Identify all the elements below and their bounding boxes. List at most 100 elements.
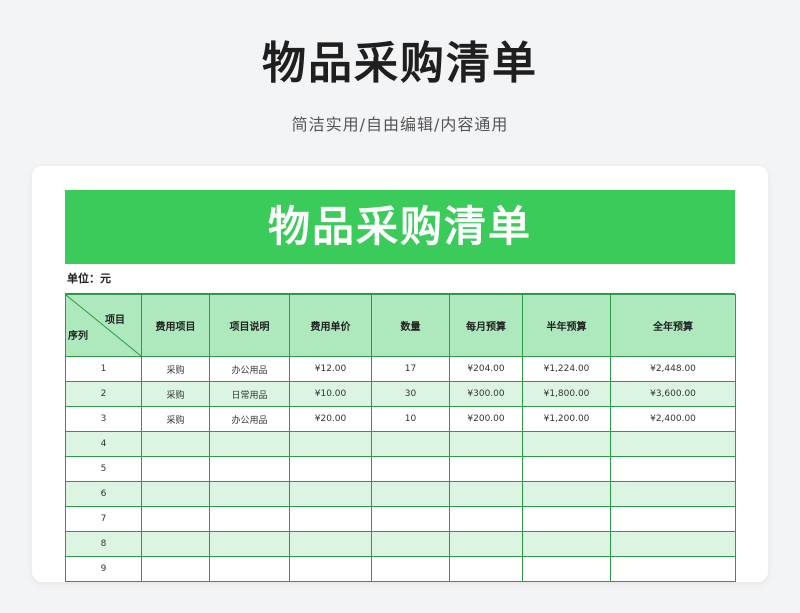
table-row: 5 xyxy=(65,456,736,482)
cell-item-desc[interactable] xyxy=(209,431,290,457)
cell-unit-price[interactable]: ¥20.00 xyxy=(289,406,372,432)
cell-quantity[interactable] xyxy=(371,431,450,457)
cell-unit-price[interactable] xyxy=(289,456,372,482)
table-row: 8 xyxy=(65,531,736,557)
cell-halfyear-budget[interactable]: ¥1,800.00 xyxy=(522,381,611,407)
table-row: 4 xyxy=(65,431,736,457)
cell-item-desc[interactable] xyxy=(209,456,290,482)
cell-monthly-budget[interactable] xyxy=(449,456,523,482)
cell-unit-price[interactable]: ¥10.00 xyxy=(289,381,372,407)
table-row: 9 xyxy=(65,556,736,582)
cell-cost-item[interactable] xyxy=(141,506,210,532)
cell-seq[interactable]: 5 xyxy=(65,456,142,482)
cell-monthly-budget[interactable] xyxy=(449,431,523,457)
cell-halfyear-budget[interactable] xyxy=(522,506,611,532)
cell-quantity[interactable] xyxy=(371,531,450,557)
cell-annual-budget[interactable] xyxy=(610,506,736,532)
cell-monthly-budget[interactable] xyxy=(449,481,523,507)
header-unit-price[interactable]: 费用单价 xyxy=(289,294,372,357)
cell-item-desc[interactable] xyxy=(209,506,290,532)
purchase-table: 项目 序列 费用项目 项目说明 费用单价 数量 每月预算 半年预算 全年预算 1… xyxy=(65,294,736,582)
cell-seq[interactable]: 9 xyxy=(65,556,142,582)
header-diagonal-cell[interactable]: 项目 序列 xyxy=(65,294,142,357)
page-subtitle: 简洁实用/自由编辑/内容通用 xyxy=(291,115,509,134)
header-quantity[interactable]: 数量 xyxy=(371,294,450,357)
cell-annual-budget[interactable]: ¥3,600.00 xyxy=(610,381,736,407)
header-annual-budget[interactable]: 全年预算 xyxy=(610,294,736,357)
cell-halfyear-budget[interactable]: ¥1,200.00 xyxy=(522,406,611,432)
cell-quantity[interactable] xyxy=(371,456,450,482)
cell-quantity[interactable]: 30 xyxy=(371,381,450,407)
cell-unit-price[interactable] xyxy=(289,531,372,557)
spreadsheet: 物品采购清单 单位：元 项目 序列 费用项目 项目说明 费用单价 数量 每月预算… xyxy=(65,190,736,582)
table-row: 7 xyxy=(65,506,736,532)
cell-halfyear-budget[interactable] xyxy=(522,481,611,507)
cell-cost-item[interactable] xyxy=(141,481,210,507)
table-body: 1 采购 办公用品 ¥12.00 17 ¥204.00 ¥1,224.00 ¥2,448.00… xyxy=(65,356,736,582)
cell-seq[interactable]: 2 xyxy=(65,381,142,407)
cell-seq[interactable]: 4 xyxy=(65,431,142,457)
cell-unit-price[interactable] xyxy=(289,481,372,507)
page-title: 物品采购清单 xyxy=(262,38,538,89)
cell-item-desc[interactable]: 办公用品 xyxy=(209,356,290,382)
cell-item-desc[interactable] xyxy=(209,531,290,557)
header-halfyear-budget[interactable]: 半年预算 xyxy=(522,294,611,357)
cell-halfyear-budget[interactable]: ¥1,224.00 xyxy=(522,356,611,382)
cell-seq[interactable]: 7 xyxy=(65,506,142,532)
table-row: 6 xyxy=(65,481,736,507)
cell-annual-budget[interactable] xyxy=(610,431,736,457)
cell-seq[interactable]: 8 xyxy=(65,531,142,557)
cell-annual-budget[interactable] xyxy=(610,531,736,557)
cell-monthly-budget[interactable] xyxy=(449,531,523,557)
cell-item-desc[interactable] xyxy=(209,556,290,582)
header-item-desc[interactable]: 项目说明 xyxy=(209,294,290,357)
cell-cost-item[interactable]: 采购 xyxy=(141,381,210,407)
table-header-row: 项目 序列 费用项目 项目说明 费用单价 数量 每月预算 半年预算 全年预算 xyxy=(65,294,736,357)
cell-item-desc[interactable]: 日常用品 xyxy=(209,381,290,407)
cell-quantity[interactable] xyxy=(371,481,450,507)
cell-quantity[interactable]: 10 xyxy=(371,406,450,432)
cell-monthly-budget[interactable] xyxy=(449,556,523,582)
cell-halfyear-budget[interactable] xyxy=(522,456,611,482)
cell-seq[interactable]: 3 xyxy=(65,406,142,432)
cell-monthly-budget[interactable]: ¥300.00 xyxy=(449,381,523,407)
header-cost-item[interactable]: 费用项目 xyxy=(141,294,210,357)
unit-label[interactable]: 单位：元 xyxy=(65,264,735,294)
cell-unit-price[interactable] xyxy=(289,431,372,457)
cell-annual-budget[interactable] xyxy=(610,456,736,482)
cell-item-desc[interactable] xyxy=(209,481,290,507)
cell-cost-item[interactable] xyxy=(141,556,210,582)
header-monthly-budget[interactable]: 每月预算 xyxy=(449,294,523,357)
cell-halfyear-budget[interactable] xyxy=(522,531,611,557)
cell-halfyear-budget[interactable] xyxy=(522,556,611,582)
cell-cost-item[interactable] xyxy=(141,431,210,457)
cell-halfyear-budget[interactable] xyxy=(522,431,611,457)
table-row: 2 采购 日常用品 ¥10.00 30 ¥300.00 ¥1,800.00 ¥3,600.00 xyxy=(65,381,736,407)
cell-quantity[interactable] xyxy=(371,556,450,582)
cell-cost-item[interactable] xyxy=(141,531,210,557)
cell-annual-budget[interactable] xyxy=(610,556,736,582)
cell-quantity[interactable] xyxy=(371,506,450,532)
cell-item-desc[interactable]: 办公用品 xyxy=(209,406,290,432)
cell-cost-item[interactable]: 采购 xyxy=(141,356,210,382)
cell-monthly-budget[interactable]: ¥204.00 xyxy=(449,356,523,382)
cell-seq[interactable]: 6 xyxy=(65,481,142,507)
header-sequence-label: 序列 xyxy=(68,331,88,342)
cell-unit-price[interactable]: ¥12.00 xyxy=(289,356,372,382)
cell-annual-budget[interactable]: ¥2,448.00 xyxy=(610,356,736,382)
cell-annual-budget[interactable] xyxy=(610,481,736,507)
table-row: 1 采购 办公用品 ¥12.00 17 ¥204.00 ¥1,224.00 ¥2,448.00 xyxy=(65,356,736,382)
cell-monthly-budget[interactable]: ¥200.00 xyxy=(449,406,523,432)
cell-seq[interactable]: 1 xyxy=(65,356,142,382)
cell-unit-price[interactable] xyxy=(289,556,372,582)
header-item-label: 项目 xyxy=(105,315,125,326)
cell-annual-budget[interactable]: ¥2,400.00 xyxy=(610,406,736,432)
cell-cost-item[interactable] xyxy=(141,456,210,482)
cell-monthly-budget[interactable] xyxy=(449,506,523,532)
table-row: 3 采购 办公用品 ¥20.00 10 ¥200.00 ¥1,200.00 ¥2,400.00 xyxy=(65,406,736,432)
sheet-banner-title[interactable]: 物品采购清单 xyxy=(65,190,735,264)
spreadsheet-card: 物品采购清单 单位：元 项目 序列 费用项目 项目说明 费用单价 数量 每月预算… xyxy=(32,166,768,582)
cell-unit-price[interactable] xyxy=(289,506,372,532)
cell-cost-item[interactable]: 采购 xyxy=(141,406,210,432)
cell-quantity[interactable]: 17 xyxy=(371,356,450,382)
